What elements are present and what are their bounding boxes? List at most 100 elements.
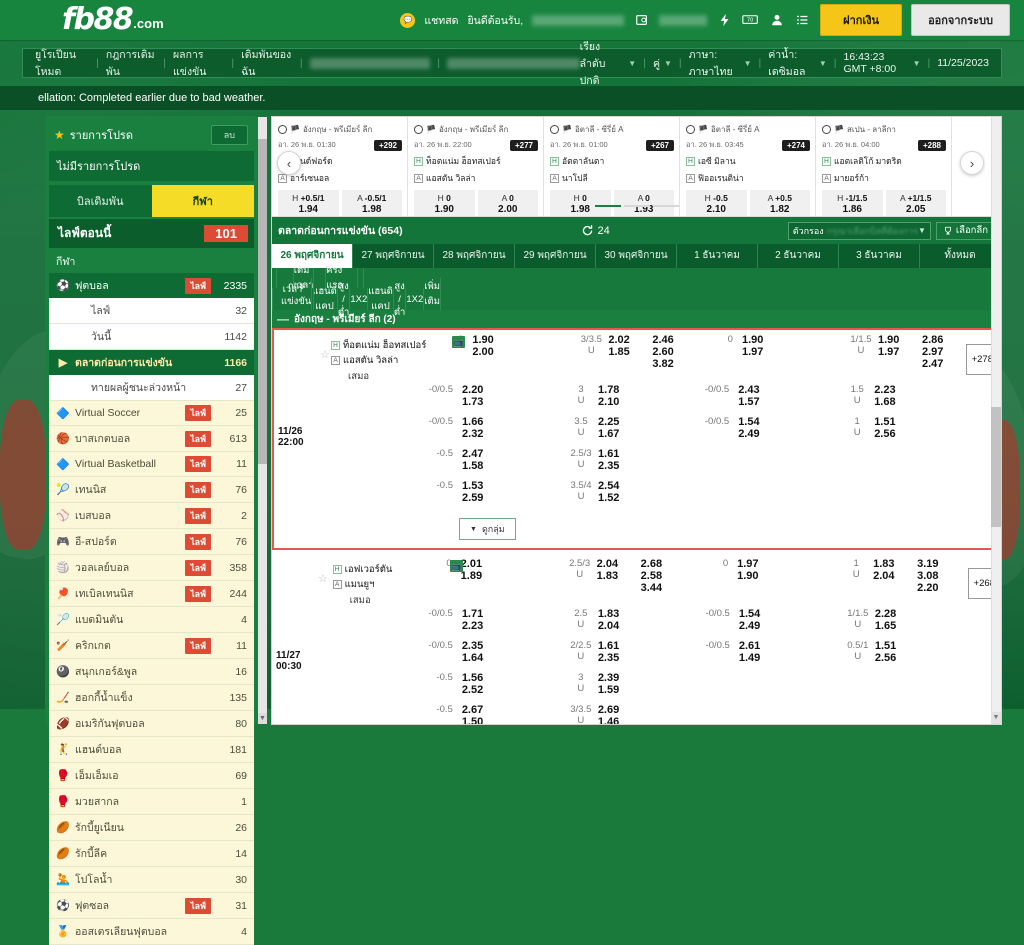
sidebar-item-21[interactable]: 🏉 รักบี้ยูเนียน 26 xyxy=(49,815,254,841)
sidebar-item-13[interactable]: 🏸 แบดมินตัน 4 xyxy=(49,607,254,633)
ht-handicap-prices[interactable]: 2.43 1.57 xyxy=(736,384,802,416)
ft-1x2-value[interactable]: 2.46 xyxy=(652,334,673,346)
ht-1x2-cell[interactable]: 2.86 2.97 2.47 xyxy=(916,334,966,384)
ft-1x2-cell[interactable] xyxy=(636,704,693,724)
pair-selector[interactable]: คู่ xyxy=(653,55,660,72)
home-team-row[interactable]: H ท็อตแน่ม ฮ็อทสเปอร์ xyxy=(331,338,426,353)
ft-ou-left[interactable] xyxy=(526,480,564,512)
ft-ou-prices[interactable]: 2.25 1.67 xyxy=(598,416,636,448)
ft-handicap-prices[interactable]: 1.53 2.59 xyxy=(460,480,526,512)
logout-button[interactable]: ออกจากระบบ xyxy=(911,4,1010,36)
ht-handicap-prices[interactable]: 1.54 2.49 xyxy=(737,608,803,640)
ft-handicap-prices[interactable]: 2.67 1.50 xyxy=(460,704,526,724)
ht-1x2-cell[interactable] xyxy=(913,608,970,640)
ft-ou-left[interactable] xyxy=(526,608,564,640)
ht-1x2-cell[interactable] xyxy=(912,384,968,416)
card-more-badge[interactable]: +274 xyxy=(781,139,810,151)
sidebar-item-0[interactable]: ⚽ ฟุตบอล ไลฟ์ 2335 xyxy=(49,273,254,298)
sidebar-item-18[interactable]: 🤾 แฮนด์บอล 181 xyxy=(49,737,254,763)
sidebar-item-20[interactable]: 🥊 มวยสากล 1 xyxy=(49,789,254,815)
ft-ou-left[interactable] xyxy=(536,334,574,384)
sidebar-item-24[interactable]: ⚽ ฟุตซอล ไลฟ์ 31 xyxy=(49,893,254,919)
sidebar-item-6[interactable]: 🏀 บาสเกตบอล ไลฟ์ 613 xyxy=(49,426,254,452)
ht-1x2-value[interactable]: 2.47 xyxy=(922,358,943,370)
wallet-icon[interactable] xyxy=(633,12,650,29)
site-logo[interactable]: fb88 .com xyxy=(62,5,164,35)
ht-1x2-value[interactable]: 3.19 xyxy=(917,558,938,570)
nav-link-european-mode[interactable]: ยูโรเปียนโหมด xyxy=(35,46,89,80)
nav-link-results[interactable]: ผลการแข่งขัน xyxy=(173,46,224,80)
ft-1x2-cell[interactable]: 2.68 2.58 3.44 xyxy=(635,558,691,608)
home-team-row[interactable]: H เอฟเวอร์ตัน xyxy=(332,562,415,577)
ht-1x2-cell[interactable] xyxy=(912,480,968,512)
ft-1x2-value[interactable]: 3.82 xyxy=(652,358,673,370)
card-more-badge[interactable]: +277 xyxy=(509,139,538,151)
sidebar-item-5[interactable]: 🔷 Virtual Soccer ไลฟ์ 25 xyxy=(49,401,254,426)
ht-ou-prices[interactable] xyxy=(874,480,912,512)
sidebar-item-23[interactable]: 🤽 โปโลน้ำ 30 xyxy=(49,867,254,893)
ft-handicap-prices[interactable]: 2.01 1.89 xyxy=(459,558,525,608)
ticket-icon[interactable]: 70 xyxy=(742,12,759,29)
ht-handicap-prices[interactable] xyxy=(736,448,802,480)
card-more-badge[interactable]: +288 xyxy=(917,139,946,151)
ht-ou-prices[interactable]: 2.28 1.65 xyxy=(875,608,913,640)
sidebar-scroll-thumb[interactable] xyxy=(258,139,267,464)
star-icon[interactable]: ☆ xyxy=(318,572,328,585)
sidebar-item-22[interactable]: 🏉 รักบี้ลีค 14 xyxy=(49,841,254,867)
ft-1x2-value[interactable]: 2.58 xyxy=(641,570,662,582)
ht-ou-prices[interactable]: 2.23 1.68 xyxy=(874,384,912,416)
ft-ou-prices[interactable]: 1.61 2.35 xyxy=(598,448,636,480)
sidebar-item-1[interactable]: ไลฟ์ 32 xyxy=(49,298,254,324)
ft-ou-prices[interactable]: 1.83 2.04 xyxy=(598,608,636,640)
card-more-badge[interactable]: +292 xyxy=(373,139,402,151)
ft-1x2-cell[interactable] xyxy=(636,416,692,448)
ft-1x2-value[interactable]: 2.60 xyxy=(652,346,673,358)
ht-handicap-prices[interactable]: 1.97 1.90 xyxy=(735,558,801,608)
carousel-dot[interactable] xyxy=(652,205,679,207)
odds-format-selector[interactable]: ค่าน้ำ: เดซิมอล xyxy=(768,46,815,80)
nav-link-betting-rules[interactable]: กฎการเดิมพัน xyxy=(106,46,156,80)
language-selector[interactable]: ภาษา: ภาษาไทย xyxy=(689,46,740,80)
ft-handicap-prices[interactable]: 1.71 2.23 xyxy=(460,608,526,640)
nav-link-my-bets[interactable]: เดิมพันของฉัน xyxy=(241,46,293,80)
ht-handicap-prices[interactable] xyxy=(737,704,803,724)
list-icon[interactable] xyxy=(794,12,811,29)
ht-1x2-value[interactable]: 3.08 xyxy=(917,570,938,582)
ft-ou-prices[interactable]: 2.39 1.59 xyxy=(598,672,636,704)
ft-ou-prices[interactable]: 2.02 1.85 xyxy=(608,334,646,384)
ft-1x2-value[interactable]: 2.68 xyxy=(641,558,662,570)
ht-1x2-cell[interactable] xyxy=(912,416,968,448)
carousel-next-button[interactable]: › xyxy=(960,151,984,175)
ht-handicap-prices[interactable] xyxy=(737,672,803,704)
featured-match-card[interactable]: 🏴 อิตาลี - ซีรี่ย์ A อา. 26 พ.ย. 01:00 +267… xyxy=(544,117,680,216)
sidebar-item-19[interactable]: 🥊 เอ็มเอ็มเอ 69 xyxy=(49,763,254,789)
sidebar-item-10[interactable]: 🎮 อี-สปอร์ต ไลฟ์ 76 xyxy=(49,529,254,555)
ft-handicap-prices[interactable]: 1.56 2.52 xyxy=(460,672,526,704)
ft-ou-prices[interactable]: 2.54 1.52 xyxy=(598,480,636,512)
ht-handicap-prices[interactable] xyxy=(736,480,802,512)
tab-sports[interactable]: กีฬา xyxy=(151,185,254,217)
ft-handicap-prices[interactable]: 2.35 1.64 xyxy=(460,640,526,672)
ht-1x2-value[interactable]: 2.97 xyxy=(922,346,943,358)
draw-row[interactable]: เสมอ xyxy=(333,593,415,608)
ft-1x2-cell[interactable] xyxy=(636,384,692,416)
featured-match-card[interactable]: 🏴 อังกฤษ - พรีเมียร์ ลีก อา. 26 พ.ย. 22:00… xyxy=(408,117,544,216)
favorites-clear-button[interactable]: ลบ xyxy=(210,125,248,145)
ht-ou-prices[interactable] xyxy=(875,672,913,704)
draw-row[interactable]: เสมอ xyxy=(331,369,426,384)
ft-ou-prices[interactable]: 2.69 1.46 xyxy=(598,704,636,724)
sidebar-item-15[interactable]: 🎱 สนุกเกอร์&พูล 16 xyxy=(49,659,254,685)
sort-selector[interactable]: เรียงลำดับปกติ xyxy=(580,38,625,89)
ht-ou-prices[interactable]: 1.51 2.56 xyxy=(875,640,913,672)
ft-handicap-prices[interactable]: 2.20 1.73 xyxy=(460,384,526,416)
ht-1x2-value[interactable]: 2.20 xyxy=(917,582,938,594)
carousel-dot[interactable] xyxy=(623,205,650,207)
user-icon[interactable] xyxy=(768,12,785,29)
sidebar-item-4[interactable]: ทายผลผู้ชนะล่วงหน้า 27 xyxy=(49,375,254,401)
ft-ou-left[interactable] xyxy=(526,672,564,704)
card-more-badge[interactable]: +267 xyxy=(645,139,674,151)
chat-label[interactable]: แชทสด xyxy=(424,12,458,29)
sidebar-item-17[interactable]: 🏈 อเมริกันฟุตบอล 80 xyxy=(49,711,254,737)
ht-1x2-cell[interactable] xyxy=(913,672,970,704)
carousel-prev-button[interactable]: ‹ xyxy=(277,151,301,175)
